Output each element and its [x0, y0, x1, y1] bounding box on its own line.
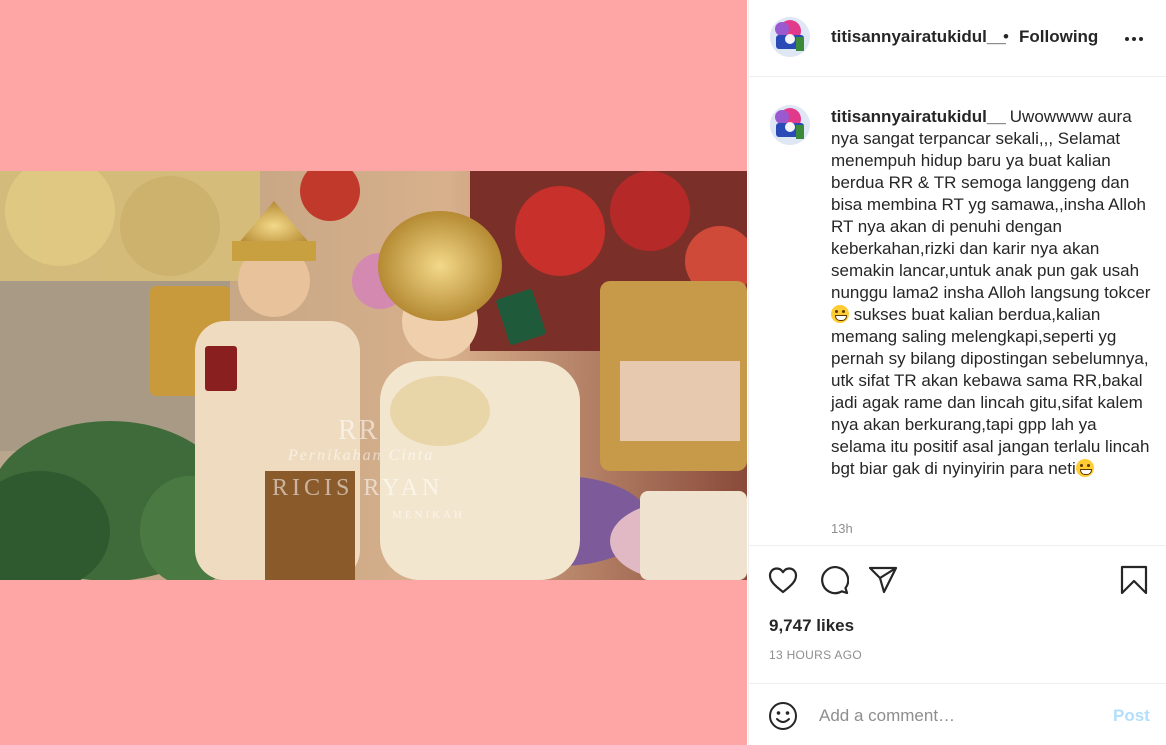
watermark-logo: RR [338, 415, 380, 446]
watermark-subtitle: Pernikahan Cinta [288, 447, 435, 464]
author-username[interactable]: titisannyairatukidul__ [831, 27, 1006, 47]
post-timestamp[interactable]: 13 HOURS AGO [769, 648, 862, 662]
comments-section: titisannyairatukidul__ Uwowwww aura nya s… [749, 78, 1166, 545]
post-caption: titisannyairatukidul__ Uwowwww aura nya s… [831, 106, 1153, 480]
post-comment-button[interactable]: Post [1113, 706, 1150, 726]
following-button[interactable]: Following [1019, 27, 1098, 47]
comment-icon[interactable] [818, 564, 850, 596]
post-actions: 9,747 likes 13 HOURS AGO [749, 545, 1166, 683]
watermark-caption: MENIKAH [392, 509, 465, 521]
post-header: titisannyairatukidul__ • Following [749, 0, 1166, 77]
more-options-icon[interactable] [1119, 24, 1149, 54]
add-comment-bar: Post [749, 683, 1166, 745]
separator-dot: • [1003, 27, 1009, 46]
watermark-names: RICIS RYAN [272, 475, 444, 501]
grinning-face-emoji-icon [1075, 459, 1094, 477]
avatar-image [770, 17, 810, 57]
bookmark-icon[interactable] [1118, 564, 1150, 596]
smiley-icon[interactable] [767, 700, 799, 732]
wedding-photo[interactable]: RR Pernikahan Cinta RICIS RYAN MENIKAH [0, 171, 747, 580]
caption-timestamp[interactable]: 13h [831, 521, 853, 536]
post-media[interactable]: RR Pernikahan Cinta RICIS RYAN MENIKAH [0, 0, 747, 745]
paper-plane-icon[interactable] [867, 564, 899, 596]
avatar[interactable] [770, 17, 810, 57]
avatar-image [770, 105, 810, 145]
heart-icon[interactable] [767, 564, 799, 596]
caption-avatar[interactable] [770, 105, 810, 145]
likes-count[interactable]: 9,747 likes [769, 616, 854, 636]
grinning-face-emoji-icon [831, 305, 849, 323]
caption-username[interactable]: titisannyairatukidul__ [831, 107, 1006, 126]
comment-input[interactable] [819, 703, 1099, 729]
post-side-panel: titisannyairatukidul__ • Following titis… [748, 0, 1166, 745]
wedding-photo-illustration [0, 171, 747, 580]
caption-text-2: sukses buat kalian berdua,kalian memang … [831, 305, 1150, 478]
caption-text-1: Uwowwww aura nya sangat terpancar sekali… [831, 107, 1151, 302]
